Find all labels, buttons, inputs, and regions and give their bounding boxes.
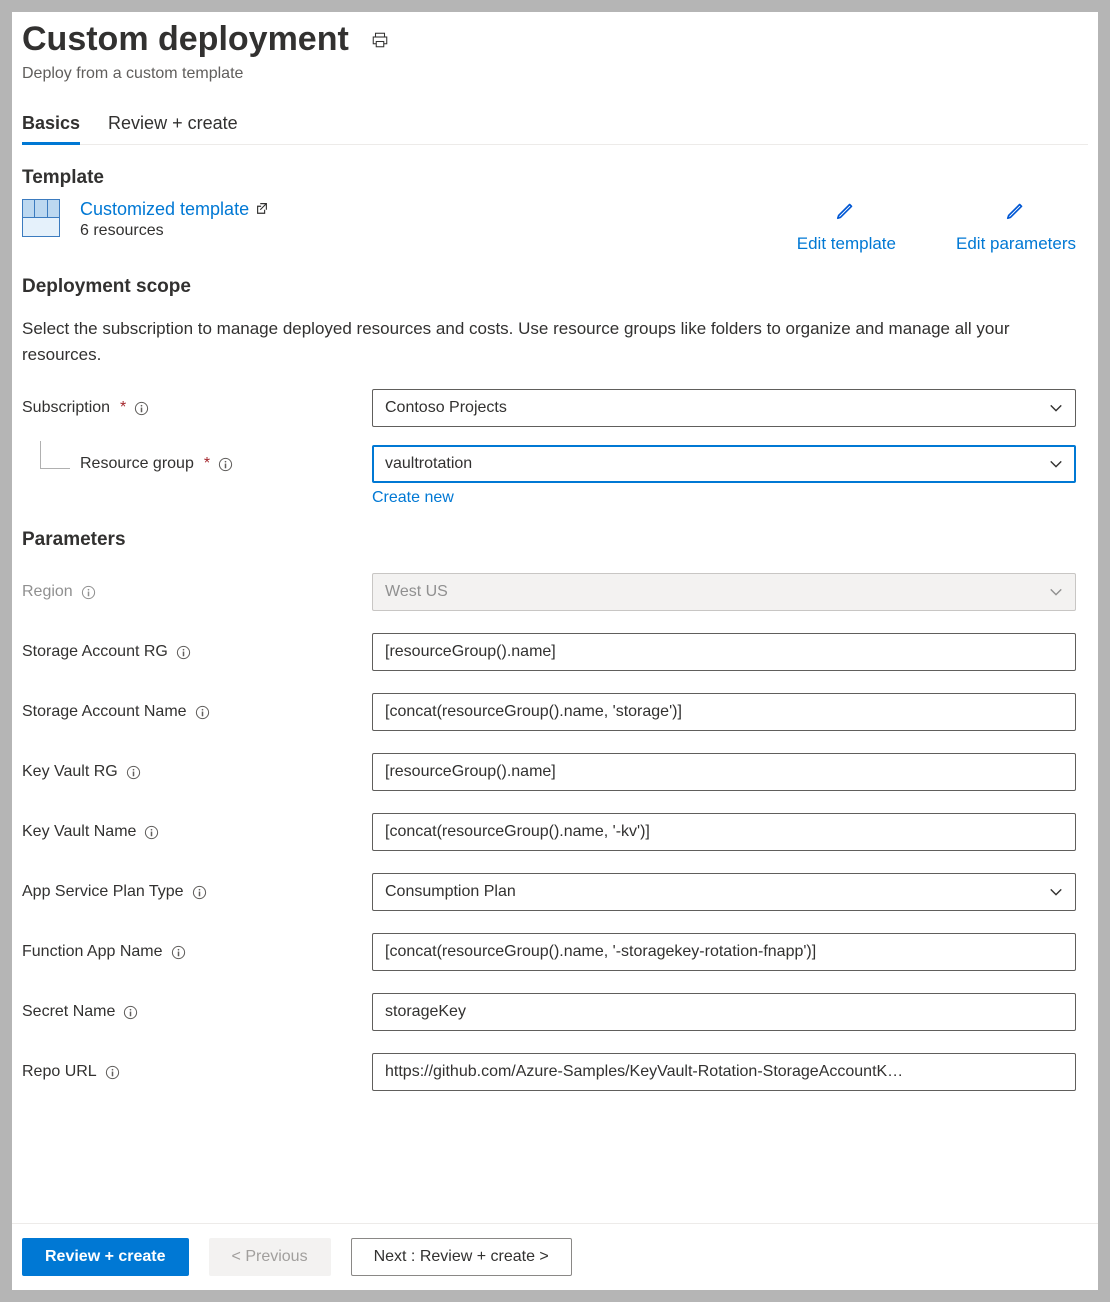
region-value: West US: [385, 583, 448, 601]
info-icon[interactable]: [134, 401, 149, 416]
app-service-plan-label-row: App Service Plan Type: [22, 883, 372, 901]
edit-template-label: Edit template: [797, 234, 896, 254]
key-vault-name-input[interactable]: [372, 813, 1076, 851]
repo-url-input[interactable]: [372, 1053, 1076, 1091]
resource-count: 6 resources: [80, 222, 269, 240]
storage-account-name-input[interactable]: [372, 693, 1076, 731]
next-button[interactable]: Next : Review + create >: [351, 1238, 572, 1276]
region-label-row: Region: [22, 583, 372, 601]
create-new-link[interactable]: Create new: [372, 489, 454, 507]
info-icon[interactable]: [81, 585, 96, 600]
edit-parameters-link[interactable]: Edit parameters: [956, 199, 1076, 254]
required-star: *: [204, 455, 210, 473]
key-vault-rg-label-row: Key Vault RG: [22, 763, 372, 781]
repo-url-label: Repo URL: [22, 1063, 97, 1081]
footer-bar: Review + create < Previous Next : Review…: [12, 1223, 1098, 1290]
chevron-down-icon: [1049, 401, 1063, 415]
key-vault-rg-label: Key Vault RG: [22, 763, 118, 781]
function-app-name-label-row: Function App Name: [22, 943, 372, 961]
key-vault-name-label: Key Vault Name: [22, 823, 136, 841]
chevron-down-icon: [1049, 457, 1063, 471]
page-title: Custom deployment: [22, 20, 349, 59]
previous-button: < Previous: [209, 1238, 331, 1276]
storage-account-name-label: Storage Account Name: [22, 703, 187, 721]
template-icon: [22, 199, 60, 237]
storage-account-rg-label-row: Storage Account RG: [22, 643, 372, 661]
template-heading: Template: [22, 167, 1088, 189]
secret-name-label: Secret Name: [22, 1003, 115, 1021]
page-subtitle: Deploy from a custom template: [22, 65, 1088, 83]
app-service-plan-select[interactable]: Consumption Plan: [372, 873, 1076, 911]
resource-group-label: Resource group: [80, 455, 194, 473]
app-service-plan-label: App Service Plan Type: [22, 883, 184, 901]
tree-line-icon: [40, 441, 70, 469]
pencil-icon: [1005, 199, 1027, 226]
storage-account-rg-label: Storage Account RG: [22, 643, 168, 661]
resource-group-select[interactable]: vaultrotation: [372, 445, 1076, 483]
app-service-plan-value: Consumption Plan: [385, 883, 516, 901]
chevron-down-icon: [1049, 885, 1063, 899]
subscription-label-row: Subscription *: [22, 399, 372, 417]
key-vault-rg-input[interactable]: [372, 753, 1076, 791]
chevron-down-icon: [1049, 585, 1063, 599]
info-icon[interactable]: [105, 1065, 120, 1080]
info-icon[interactable]: [218, 457, 233, 472]
info-icon[interactable]: [171, 945, 186, 960]
deployment-scope-heading: Deployment scope: [22, 276, 1088, 298]
edit-parameters-label: Edit parameters: [956, 234, 1076, 254]
secret-name-label-row: Secret Name: [22, 1003, 372, 1021]
customized-template-label: Customized template: [80, 199, 249, 220]
region-label: Region: [22, 583, 73, 601]
resource-group-label-row: Resource group *: [22, 455, 372, 473]
info-icon[interactable]: [176, 645, 191, 660]
info-icon[interactable]: [195, 705, 210, 720]
parameters-heading: Parameters: [22, 529, 1088, 551]
subscription-label: Subscription: [22, 399, 110, 417]
info-icon[interactable]: [123, 1005, 138, 1020]
storage-account-rg-input[interactable]: [372, 633, 1076, 671]
pencil-icon: [835, 199, 857, 226]
repo-url-label-row: Repo URL: [22, 1063, 372, 1081]
info-icon[interactable]: [126, 765, 141, 780]
custom-deployment-page: Custom deployment Deploy from a custom t…: [12, 12, 1098, 1290]
key-vault-name-label-row: Key Vault Name: [22, 823, 372, 841]
customized-template-link[interactable]: Customized template: [80, 199, 269, 220]
required-star: *: [120, 399, 126, 417]
tabs: Basics Review + create: [22, 107, 1088, 145]
storage-account-name-label-row: Storage Account Name: [22, 703, 372, 721]
info-icon[interactable]: [192, 885, 207, 900]
edit-template-link[interactable]: Edit template: [797, 199, 896, 254]
subscription-value: Contoso Projects: [385, 399, 507, 417]
print-icon[interactable]: [371, 31, 389, 49]
function-app-name-input[interactable]: [372, 933, 1076, 971]
deployment-scope-description: Select the subscription to manage deploy…: [22, 316, 1088, 367]
tab-basics[interactable]: Basics: [22, 107, 80, 144]
resource-group-value: vaultrotation: [385, 455, 472, 473]
function-app-name-label: Function App Name: [22, 943, 163, 961]
tab-review[interactable]: Review + create: [108, 107, 238, 144]
region-select: West US: [372, 573, 1076, 611]
subscription-select[interactable]: Contoso Projects: [372, 389, 1076, 427]
info-icon[interactable]: [144, 825, 159, 840]
external-link-icon: [255, 199, 269, 220]
secret-name-input[interactable]: [372, 993, 1076, 1031]
review-create-button[interactable]: Review + create: [22, 1238, 189, 1276]
